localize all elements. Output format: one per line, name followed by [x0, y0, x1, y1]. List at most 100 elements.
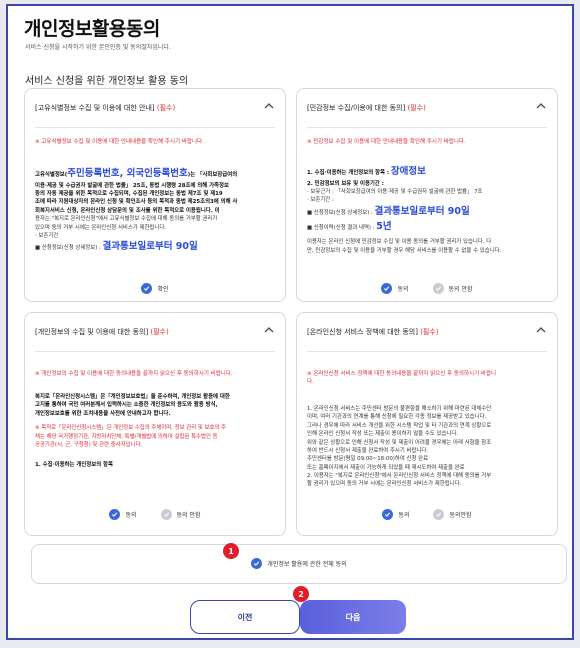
- required-tag: (필수): [150, 328, 169, 336]
- body-line: 1. 수집·이용하는 개인정보의 항목 : 장애정보: [307, 166, 426, 177]
- confirm-row: 확인: [25, 283, 285, 294]
- body-line: 또는 홈페이지에서 제출이 가능하게 되었을 때 재시도하여 제출을 완료: [307, 464, 465, 471]
- card-header: [온라인신청 서비스 정책에 대한 동의] (필수): [307, 327, 547, 341]
- card-body: 1. 온라인신청 서비스는 주민센터 방문의 불편함을 해소하기 위해 마련된 …: [307, 405, 547, 489]
- notice-text: ※ 온라인신청 서비스 정책에 대한 동의내용을 끝까지 읽으신 후 동의하시기…: [307, 371, 497, 385]
- notice-text: ※ 고유식별정보 수집 및 이용에 대한 안내내용을 확인해 주시기 바랍니다.: [35, 139, 204, 145]
- card-title: [민감정보 수집/이용에 대한 동의]: [307, 104, 406, 112]
- divider: [35, 127, 275, 128]
- card-body: 고유식별정보(주민등록번호, 외국인등록번호)는 「사회보장급여의 이용·제공 …: [35, 167, 275, 255]
- confirm-radio[interactable]: 확인: [141, 283, 169, 294]
- prev-button[interactable]: 이전: [190, 600, 300, 634]
- body-line: 1. 온라인신청 서비스는 주민센터 방문의 불편함을 해소하기 위해 마련된 …: [307, 406, 492, 412]
- body-line: ※ 목적로「온라인신청시스템」은 개인정보 수집의 주체이며, 정보 관리 및 …: [35, 425, 227, 432]
- disagree-radio[interactable]: 동의 안함: [160, 509, 201, 520]
- disagree-radio[interactable]: 동의 안함: [432, 283, 473, 294]
- card-header: [개인정보의 수집 및 이용에 대한 동의] (필수): [35, 327, 275, 341]
- agree-label: 동의: [398, 512, 410, 519]
- chevron-up-icon[interactable]: [535, 100, 547, 112]
- required-tag: (필수): [420, 328, 439, 336]
- card-body: 복지로「온라인신청시스템」은「개인정보보호법」을 준수하며, 개인정보 활용에 …: [35, 393, 275, 470]
- chevron-up-icon[interactable]: [263, 324, 275, 336]
- agree-all-label: 개인정보 활용에 관한 전체 동의: [267, 561, 347, 568]
- body-line: 공공기관(시, 군, 구청청) 및 관련 중사자입니다.: [35, 441, 143, 448]
- step-badge: 1: [223, 543, 239, 559]
- body-line: 하여 반드시 신청서 제출을 완료하여 주시기 바랍니다.: [307, 447, 429, 454]
- body-line: 복지로「온라인신청시스템」은「개인정보보호법」을 준수하며, 개인정보 활용에 …: [35, 394, 230, 400]
- agree-radio[interactable]: 동의: [382, 509, 409, 520]
- page-frame: 개인정보활용동의 서비스 신청을 시작하기 위한 본인인증 및 동의절차입니다.…: [6, 4, 574, 640]
- disagree-radio[interactable]: 동의안함: [433, 509, 472, 520]
- page-subtitle: 서비스 신청을 시작하기 위한 본인인증 및 동의절차입니다.: [25, 44, 171, 51]
- body-line: 고지를 통하여 국민 여러분께서 입력하시는 소중한 개인정보의 용도와 활용 …: [35, 402, 218, 409]
- highlight-text: 결과통보일로부터 90일: [374, 205, 470, 217]
- highlight-text: 5년: [376, 220, 392, 232]
- highlight-text: 결과통보일로부터 90일: [102, 241, 198, 253]
- body-line: ■ 신청정보(신청 상세정보) : 결과통보일로부터 90일: [35, 241, 198, 253]
- check-icon: [432, 283, 444, 294]
- check-icon: [251, 558, 263, 569]
- body-line: 용자는 "복지로 온라인신청"에서 고유식별정보 수집에 대해 동의를 거부할 …: [35, 216, 218, 223]
- body-line: 고유식별정보(주민등록번호, 외국인등록번호)는 「사회보장급여의: [35, 168, 238, 179]
- check-icon: [433, 509, 445, 520]
- body-line: ■ 신청정보(신청 상세정보) : 결과통보일로부터 90일: [307, 205, 470, 217]
- disagree-label: 동의 안함: [448, 286, 473, 293]
- disagree-label: 동의안함: [449, 512, 472, 519]
- body-line: 그러나 경우에 따라 서비스 개선을 위한 시스템 작업 및 타 기관과의 연계…: [307, 422, 492, 429]
- body-line: 회복지서비스 신청, 온라인신청 상담문의 및 조사를 위한 목적으로 이용됩니…: [35, 207, 220, 214]
- divider: [307, 127, 547, 128]
- unique-id-info-card: [고유식별정보 수집 및 이용에 대한 안내] (필수) ※ 고유식별정보 수집…: [24, 88, 286, 302]
- body-line: 위와 같은 상황으로 인해 신청서 작성 및 제출이 어려울 경우에는 아래 사…: [307, 439, 492, 446]
- divider: [35, 351, 275, 352]
- body-line: ■ 신청이력(신청 결과 내역) : 5년: [307, 220, 392, 232]
- required-tag: (필수): [407, 104, 426, 112]
- body-line: 이용자는 온라인 신청에 민감정보 수집 및 이용 동의를 거부할 권리가 있습…: [307, 239, 492, 246]
- check-icon: [382, 509, 394, 520]
- body-line: 2. 이용자는 "복지로 온라인신청"에서 온라인신청 서비스 정책에 대해 동…: [307, 473, 492, 479]
- card-header: [민감정보 수집/이용에 대한 동의] (필수): [307, 103, 547, 117]
- next-button[interactable]: 다음: [300, 600, 406, 634]
- consent-row: 동의 동의안함: [297, 509, 557, 520]
- agree-all-checkbox[interactable]: 개인정보 활용에 관한 전체 동의: [32, 558, 566, 569]
- notice-text: ※ 민감정보 수집 및 이용에 대한 안내내용을 확인해 주시기 바랍니다.: [307, 139, 466, 145]
- body-line: · 보유근거 : 「사회보장급여의 이용·제공 및 수급권자 발굴에 관한 법률…: [307, 189, 483, 196]
- highlight-text: 장애정보: [390, 166, 426, 177]
- divider: [307, 351, 547, 352]
- consent-row: 동의 동의 안함: [25, 509, 285, 520]
- card-body: 1. 수집·이용하는 개인정보의 항목 : 장애정보 2. 민감정보의 보유 및…: [307, 165, 547, 255]
- step-badge: 2: [293, 586, 309, 602]
- online-policy-card: [온라인신청 서비스 정책에 대한 동의] (필수) ※ 온라인신청 서비스 정…: [296, 312, 558, 536]
- body-line: 있으며 동의 거부 시에는 온라인신청 서비스가 제한됩니다.: [35, 224, 167, 231]
- agree-radio[interactable]: 동의: [381, 283, 409, 294]
- body-line: 조에 따라 지원대상자의 온라인 신청 및 확인조사 등의 목적과 동법 제25…: [35, 199, 238, 206]
- chevron-up-icon[interactable]: [535, 324, 547, 336]
- chevron-up-icon[interactable]: [263, 100, 275, 112]
- section-title: 서비스 신청을 위한 개인정보 활용 동의: [25, 76, 189, 87]
- agree-label: 동의: [397, 286, 409, 293]
- check-icon: [141, 283, 153, 294]
- body-line: 이며, 여러 기관과의 연계를 통해 신청에 필요한 각종 정보를 제공받고 있…: [307, 414, 487, 421]
- card-title: [고유식별정보 수집 및 이용에 대한 안내]: [35, 104, 155, 112]
- check-icon: [160, 509, 172, 520]
- body-line: 이용·제공 및 수급권자 발굴에 관한 법률」 25조, 동법 시행령 28조에…: [35, 182, 229, 189]
- body-line: 2. 민감정보의 보유 및 이용기간 :: [307, 180, 384, 187]
- body-line: 할 권리가 있으며 동의 거부 시에는 온라인신청 서비스가 제한됩니다.: [307, 481, 462, 488]
- highlight-text: 주민등록번호, 외국인등록번호: [67, 168, 188, 179]
- page-title: 개인정보활용동의: [24, 18, 160, 40]
- disagree-label: 동의 안함: [176, 512, 201, 519]
- sensitive-info-card: [민감정보 수집/이용에 대한 동의] (필수) ※ 민감정보 수집 및 이용에…: [296, 88, 558, 302]
- card-title: [온라인신청 서비스 정책에 대한 동의]: [307, 328, 418, 336]
- body-line: 등의 자동 제공을 위한 목적으로 수집되며, 수집된 개인정보는 동법 제7조…: [35, 191, 223, 198]
- agree-radio[interactable]: 동의: [109, 509, 137, 520]
- body-line: · 보존기간: [35, 232, 59, 239]
- agree-all-box: 개인정보 활용에 관한 전체 동의: [31, 544, 567, 584]
- body-line: · 보존기간 :: [307, 197, 334, 204]
- required-tag: (필수): [156, 104, 176, 112]
- check-icon: [109, 509, 121, 520]
- notice-text: ※ 개인정보의 수집 및 이용에 대한 동의내용을 끝까지 읽으신 후 동의하시…: [35, 371, 233, 377]
- body-line: 인해 온라인 신청서 작성 또는 제출이 용이하지 않을 수도 있습니다.: [307, 431, 459, 438]
- check-icon: [381, 283, 393, 294]
- body-line: 주민센터를 방문(평일 09:00~18:00)하여 신청 완료: [307, 456, 429, 463]
- body-line: 만, 민감정보의 수집 및 이용을 거부할 경우 해당 서비스를 이용할 수 없…: [307, 247, 502, 254]
- body-line: 1. 수집·이용하는 개인정보의 항목: [35, 462, 113, 469]
